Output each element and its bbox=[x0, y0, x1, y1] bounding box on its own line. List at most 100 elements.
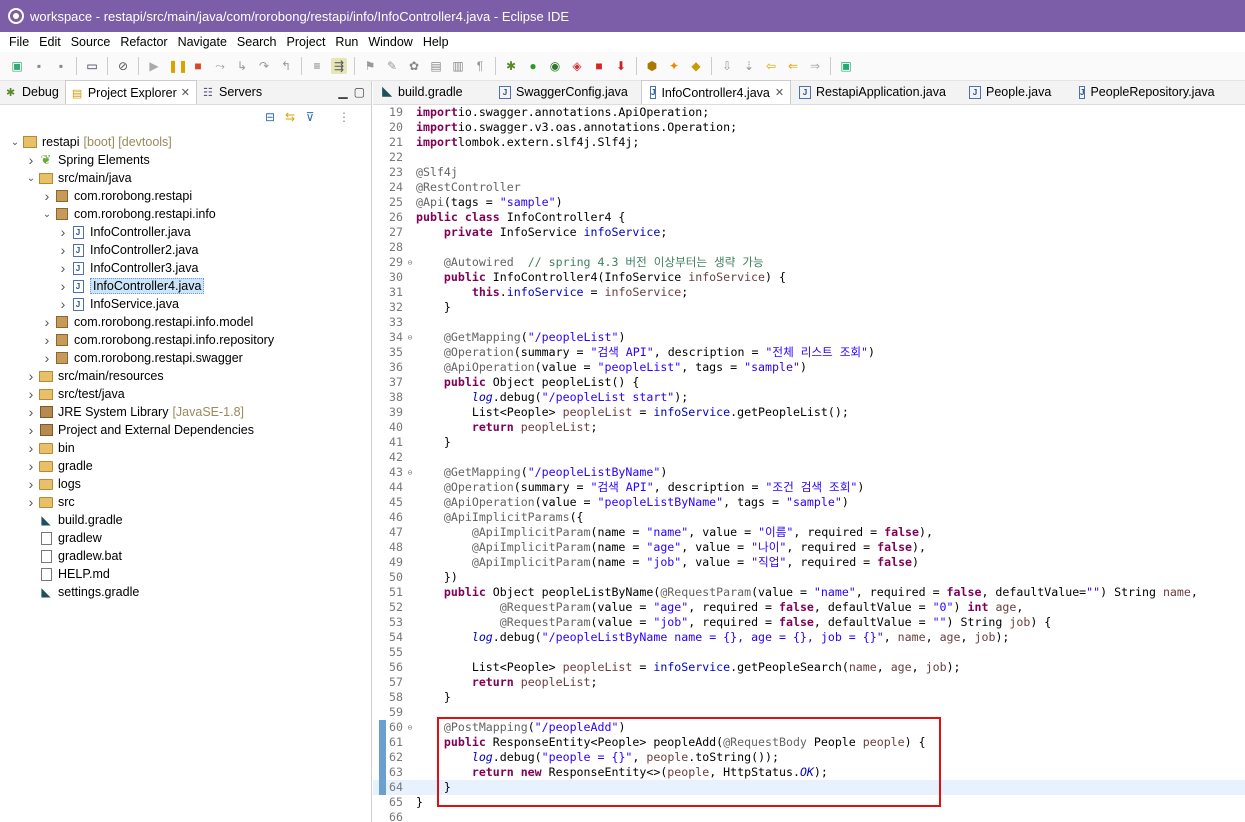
pilcrow-icon[interactable]: ¶ bbox=[472, 58, 488, 74]
collapsed-arrow-icon[interactable]: › bbox=[40, 332, 54, 348]
collapsed-arrow-icon[interactable]: › bbox=[56, 278, 70, 294]
collapsed-arrow-icon[interactable]: › bbox=[24, 440, 38, 456]
editor-tab-restapiapplication-java[interactable]: J RestapiApplication.java bbox=[791, 80, 961, 104]
coverage-icon[interactable]: ◉ bbox=[547, 58, 563, 74]
collapsed-arrow-icon[interactable]: › bbox=[56, 296, 70, 312]
new-java-package-icon[interactable]: ⬢ bbox=[644, 58, 660, 74]
annotation-nav-icon[interactable]: ⇩ bbox=[719, 58, 735, 74]
step-into-icon[interactable]: ↳ bbox=[234, 58, 250, 74]
expanded-arrow-icon[interactable]: ⌄ bbox=[8, 137, 22, 148]
tree-item[interactable]: › com.rorobong.restapi.info.repository bbox=[0, 331, 371, 349]
menu-edit[interactable]: Edit bbox=[34, 35, 66, 49]
external-tools-icon[interactable]: ◈ bbox=[569, 58, 585, 74]
collapsed-arrow-icon[interactable]: › bbox=[24, 458, 38, 474]
disconnect-icon[interactable]: ⤳ bbox=[212, 58, 228, 74]
relaunch-icon[interactable]: ⬇ bbox=[613, 58, 629, 74]
tree-item[interactable]: ⌄ src/main/java bbox=[0, 169, 371, 187]
close-icon[interactable]: ✕ bbox=[181, 86, 190, 99]
tree-item[interactable]: gradlew bbox=[0, 529, 371, 547]
editor-tab-infocontroller4-java[interactable]: J InfoController4.java ✕ bbox=[641, 80, 791, 104]
tab-project-explorer[interactable]: ▤ Project Explorer ✕ bbox=[64, 80, 197, 104]
step-return-icon[interactable]: ↰ bbox=[278, 58, 294, 74]
close-icon[interactable]: ✕ bbox=[775, 86, 784, 99]
collapsed-arrow-icon[interactable]: › bbox=[24, 386, 38, 402]
save-icon[interactable]: ▪ bbox=[31, 58, 47, 74]
tree-item[interactable]: › src bbox=[0, 493, 371, 511]
step-over-icon[interactable]: ↷ bbox=[256, 58, 272, 74]
menu-help[interactable]: Help bbox=[418, 35, 454, 49]
tree-item[interactable]: › src/main/resources bbox=[0, 367, 371, 385]
tree-item[interactable]: ⌄ com.rorobong.restapi.info bbox=[0, 205, 371, 223]
maximize-icon[interactable]: ▢ bbox=[354, 85, 365, 99]
next-annotation-icon[interactable]: ⇣ bbox=[741, 58, 757, 74]
menu-refactor[interactable]: Refactor bbox=[115, 35, 172, 49]
terminate-icon[interactable]: ■ bbox=[190, 58, 206, 74]
save-all-icon[interactable]: ▪ bbox=[53, 58, 69, 74]
menu-file[interactable]: File bbox=[4, 35, 34, 49]
menu-source[interactable]: Source bbox=[66, 35, 116, 49]
collapsed-arrow-icon[interactable]: › bbox=[24, 152, 38, 168]
tree-item[interactable]: › logs bbox=[0, 475, 371, 493]
editor-tab-people-java[interactable]: J People.java bbox=[961, 80, 1071, 104]
tree-item[interactable]: › J InfoController2.java bbox=[0, 241, 371, 259]
tree-item[interactable]: ⌄ restapi [boot] [devtools] bbox=[0, 133, 371, 151]
collapsed-arrow-icon[interactable]: › bbox=[56, 242, 70, 258]
menu-project[interactable]: Project bbox=[282, 35, 331, 49]
filter-icon[interactable]: ⊽ bbox=[303, 110, 317, 124]
menu-window[interactable]: Window bbox=[363, 35, 417, 49]
menu-search[interactable]: Search bbox=[232, 35, 282, 49]
collapsed-arrow-icon[interactable]: › bbox=[56, 260, 70, 276]
collapsed-arrow-icon[interactable]: › bbox=[24, 494, 38, 510]
debug-icon[interactable]: ✱ bbox=[503, 58, 519, 74]
collapse-all-icon[interactable]: ⊟ bbox=[263, 110, 277, 124]
run-icon[interactable]: ● bbox=[525, 58, 541, 74]
editor-tab-build-gradle[interactable]: ◣ build.gradle bbox=[373, 80, 491, 104]
collapsed-arrow-icon[interactable]: › bbox=[24, 476, 38, 492]
stop-icon[interactable]: ■ bbox=[591, 58, 607, 74]
tab-debug[interactable]: ✱ Debug bbox=[0, 80, 65, 104]
tree-item[interactable]: gradlew.bat bbox=[0, 547, 371, 565]
expanded-arrow-icon[interactable]: ⌄ bbox=[40, 209, 54, 220]
brush-icon[interactable]: ✎ bbox=[384, 58, 400, 74]
suspend-icon[interactable]: ❚❚ bbox=[168, 58, 188, 74]
menu-navigate[interactable]: Navigate bbox=[173, 35, 232, 49]
tab-servers[interactable]: ☷ Servers bbox=[197, 80, 268, 104]
tree-item[interactable]: › J InfoController3.java bbox=[0, 259, 371, 277]
tree-item[interactable]: › JRE System Library [JavaSE-1.8] bbox=[0, 403, 371, 421]
back-icon[interactable]: ⇐ bbox=[785, 58, 801, 74]
link-with-editor-icon[interactable]: ⇆ bbox=[283, 110, 297, 124]
tree-item[interactable]: › com.rorobong.restapi.info.model bbox=[0, 313, 371, 331]
expanded-arrow-icon[interactable]: ⌄ bbox=[24, 173, 38, 184]
collapsed-arrow-icon[interactable]: › bbox=[40, 314, 54, 330]
open-perspective-icon[interactable]: ▣ bbox=[838, 58, 854, 74]
tree-item[interactable]: HELP.md bbox=[0, 565, 371, 583]
fold-icon[interactable]: ⊖ bbox=[405, 330, 415, 345]
drop-to-frame-icon[interactable]: ≡ bbox=[309, 58, 325, 74]
terminal-icon[interactable]: ▭ bbox=[84, 58, 100, 74]
view-menu-icon[interactable]: ⋮ bbox=[337, 110, 351, 124]
run-last-tool-icon[interactable]: ⚑ bbox=[362, 58, 378, 74]
fold-icon[interactable]: ⊖ bbox=[405, 255, 415, 270]
tree-item[interactable]: › J InfoController.java bbox=[0, 223, 371, 241]
open-type-icon[interactable]: ▤ bbox=[428, 58, 444, 74]
last-edit-icon[interactable]: ⇦ bbox=[763, 58, 779, 74]
menu-run[interactable]: Run bbox=[330, 35, 363, 49]
tree-item[interactable]: ◣ settings.gradle bbox=[0, 583, 371, 601]
tree-item[interactable]: › com.rorobong.restapi bbox=[0, 187, 371, 205]
editor-tab-swaggerconfig-java[interactable]: J SwaggerConfig.java bbox=[491, 80, 641, 104]
open-folder-icon[interactable]: ◆ bbox=[688, 58, 704, 74]
tree-item[interactable]: › ❦ Spring Elements bbox=[0, 151, 371, 169]
new-icon[interactable]: ▣ bbox=[9, 58, 25, 74]
resume-icon[interactable]: ▶ bbox=[146, 58, 162, 74]
open-task-icon[interactable]: ▥ bbox=[450, 58, 466, 74]
editor-tab-peoplerepository-java[interactable]: J PeopleRepository.java bbox=[1071, 80, 1215, 104]
use-step-filters-icon[interactable]: ⇶ bbox=[331, 58, 347, 74]
collapsed-arrow-icon[interactable]: › bbox=[40, 350, 54, 366]
fold-icon[interactable]: ⊖ bbox=[405, 465, 415, 480]
tree-item[interactable]: › J InfoController4.java bbox=[0, 277, 371, 295]
collapsed-arrow-icon[interactable]: › bbox=[24, 422, 38, 438]
collapsed-arrow-icon[interactable]: › bbox=[24, 368, 38, 384]
minimize-icon[interactable]: ▁ bbox=[338, 85, 347, 99]
collapsed-arrow-icon[interactable]: › bbox=[24, 404, 38, 420]
code-editor[interactable]: 19 importio.swagger.annotations.ApiOperat… bbox=[373, 105, 1245, 822]
